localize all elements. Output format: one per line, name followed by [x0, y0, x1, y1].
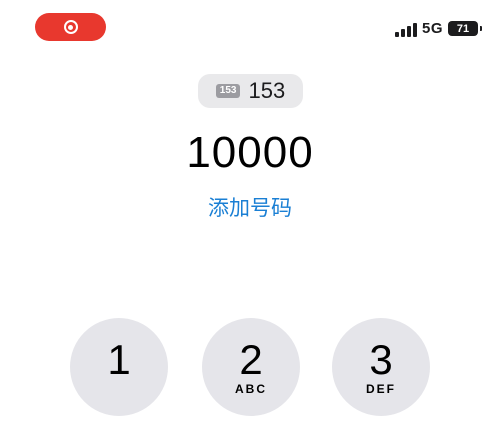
sim-selector-button[interactable]: 153 153 — [198, 74, 303, 108]
battery-level: 71 — [456, 22, 470, 35]
status-bar-right: 5G 71 — [394, 20, 482, 37]
key-digit: 3 — [369, 336, 393, 383]
phone-dialer-screen: 5G 71 153 153 10000 添加号码 1 2 ABC 3 DEF — [0, 0, 500, 427]
add-number-link[interactable]: 添加号码 — [0, 192, 500, 222]
keypad-key-1[interactable]: 1 — [70, 318, 168, 416]
screen-recording-indicator[interactable] — [35, 13, 106, 41]
key-letters: ABC — [235, 382, 267, 396]
dialed-number-display: 10000 — [186, 128, 314, 177]
keypad-key-3[interactable]: 3 DEF — [332, 318, 430, 416]
sim-card-icon: 153 — [215, 84, 241, 98]
key-letters: DEF — [366, 382, 396, 396]
screen-record-icon — [63, 20, 78, 34]
keypad-key-2[interactable]: 2 ABC — [202, 318, 300, 416]
sim-label: 153 — [248, 78, 286, 103]
network-type-label: 5G — [421, 20, 443, 37]
cellular-signal-icon — [394, 21, 417, 37]
battery-icon: 71 — [448, 21, 482, 36]
key-digit: 1 — [107, 336, 131, 383]
key-digit: 2 — [239, 336, 263, 383]
